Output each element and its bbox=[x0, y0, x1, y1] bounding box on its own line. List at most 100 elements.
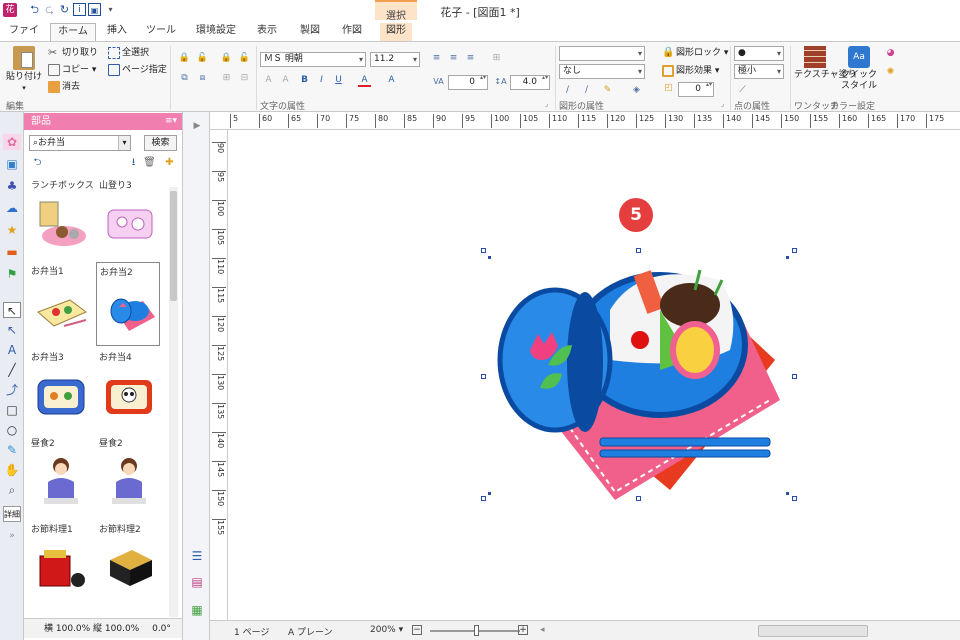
zoom-in-icon[interactable]: + bbox=[518, 625, 528, 635]
ungroup-icon[interactable]: ⊟ bbox=[238, 72, 251, 85]
arrange-front-icon[interactable]: ⧉ bbox=[178, 72, 191, 85]
underline-icon[interactable]: U bbox=[332, 74, 345, 87]
parts-search-input[interactable]: ⌕お弁当 ▾ bbox=[29, 135, 131, 151]
line-weight-icon[interactable]: ∕ bbox=[580, 84, 593, 97]
font-size-select[interactable]: 11.2 ▾ bbox=[370, 52, 420, 67]
node-select-icon[interactable]: ↖ bbox=[3, 322, 21, 338]
group-icon[interactable]: ⊞ bbox=[220, 72, 233, 85]
shapes-icon[interactable]: ♣ bbox=[3, 178, 21, 194]
dialog-launcher-icon[interactable]: ⌟ bbox=[716, 98, 729, 111]
text-frame-icon[interactable]: ⊞ bbox=[490, 52, 503, 65]
image-icon[interactable]: ▣ bbox=[3, 156, 21, 172]
group-unlock-icon[interactable]: 🔓 bbox=[196, 52, 209, 65]
zoom-out-icon[interactable]: − bbox=[412, 625, 422, 635]
line-color-icon[interactable]: ∕ bbox=[561, 84, 574, 97]
add-favorite-icon[interactable]: ✚ bbox=[162, 156, 177, 170]
parts-scrollbar[interactable] bbox=[169, 187, 178, 617]
zoom-tool-icon[interactable]: ⌕ bbox=[3, 482, 21, 498]
part-item-bento4[interactable]: お弁当4 bbox=[96, 348, 160, 432]
collapse-panel-icon[interactable]: ▶ bbox=[188, 118, 206, 134]
shrink-font-icon[interactable]: A bbox=[279, 74, 292, 87]
fill-style-select[interactable]: なし ▾ bbox=[559, 64, 645, 79]
expand-icon[interactable]: » bbox=[3, 528, 21, 544]
bento-illustration[interactable] bbox=[490, 250, 790, 500]
dialog-launcher-icon[interactable]: ⌟ bbox=[540, 98, 553, 111]
tab-view[interactable]: 表示 bbox=[252, 23, 282, 41]
paste-button[interactable]: 貼り付け ▾ bbox=[6, 46, 42, 92]
shape-lock-button[interactable]: 🔒 図形ロック ▾ bbox=[662, 46, 728, 60]
arrange-back-icon[interactable]: ⧈ bbox=[196, 72, 209, 85]
tab-environment[interactable]: 環境設定 bbox=[192, 23, 240, 41]
info-icon[interactable]: i bbox=[73, 3, 86, 16]
download-icon[interactable]: ⭳ bbox=[126, 156, 141, 170]
part-item-lunchbox[interactable]: ランチボックス bbox=[28, 176, 94, 260]
selection-handle[interactable] bbox=[792, 374, 797, 379]
fill-color-icon[interactable]: ◈ bbox=[630, 84, 643, 97]
zoom-select[interactable]: 200% ▾ bbox=[370, 625, 403, 635]
zoom-slider-knob[interactable] bbox=[474, 625, 479, 636]
star-parts-icon[interactable]: ✿ bbox=[3, 134, 21, 150]
part-item-bento2[interactable]: お弁当2 bbox=[96, 262, 160, 346]
template-icon[interactable]: ▬ bbox=[3, 244, 21, 260]
part-item-osechi2[interactable]: お節料理2 bbox=[96, 520, 160, 604]
tab-shape[interactable]: 図形 bbox=[380, 23, 412, 41]
line-spacing-input[interactable]: 4.0 bbox=[510, 74, 550, 90]
selection-handle[interactable] bbox=[481, 496, 486, 501]
unlock-icon[interactable]: 🔓 bbox=[238, 52, 251, 65]
bold-icon[interactable]: B bbox=[298, 74, 311, 87]
align-left-icon[interactable]: ≡ bbox=[430, 52, 443, 65]
hand-tool-icon[interactable]: ✋ bbox=[3, 462, 21, 478]
part-item-bento1[interactable]: お弁当1 bbox=[28, 262, 92, 346]
part-item-lunch2-b[interactable]: 昼食2 bbox=[96, 434, 160, 518]
selection-handle[interactable] bbox=[792, 248, 797, 253]
page-view-icon[interactable]: ▤ bbox=[188, 574, 206, 590]
quick-style-button[interactable]: Aa クイックスタイル bbox=[840, 46, 878, 92]
brightness-icon[interactable]: ✺ bbox=[884, 66, 897, 79]
part-item-hiking[interactable]: 山登り3 bbox=[96, 176, 160, 260]
corner-input[interactable]: 0 bbox=[678, 81, 714, 97]
tab-file[interactable]: ファイル bbox=[6, 23, 42, 52]
drawing-canvas[interactable]: 5 bbox=[228, 130, 960, 620]
page-select-button[interactable]: ページ指定 bbox=[108, 63, 167, 77]
part-item-osechi1[interactable]: お節料理1 bbox=[28, 520, 92, 604]
favorite-star-icon[interactable]: ★ bbox=[3, 222, 21, 238]
horizontal-scrollbar[interactable] bbox=[758, 625, 868, 637]
line-style-select[interactable]: ▾ bbox=[559, 46, 645, 61]
font-name-select[interactable]: ＭＳ 明朝 ▾ bbox=[260, 52, 366, 67]
select-tool-icon[interactable]: ↖ bbox=[3, 302, 21, 318]
panel-menu-icon[interactable]: ≡▾ bbox=[165, 113, 177, 130]
part-item-bento3[interactable]: お弁当3 bbox=[28, 348, 92, 432]
texture-fill-button[interactable]: テクスチャ塗り bbox=[794, 46, 857, 81]
detail-button[interactable]: 詳細 bbox=[3, 506, 21, 522]
lock-icon[interactable]: 🔒 bbox=[220, 52, 233, 65]
point-size-select[interactable]: 極小 ▾ bbox=[734, 64, 784, 79]
tab-drafting[interactable]: 製図 bbox=[295, 23, 325, 41]
tab-drawing[interactable]: 作図 bbox=[337, 23, 367, 41]
app-icon[interactable]: 花 bbox=[3, 3, 17, 17]
tab-insert[interactable]: 挿入 bbox=[103, 23, 131, 41]
cut-button[interactable]: ✂ 切り取り bbox=[48, 46, 98, 60]
grow-font-icon[interactable]: A bbox=[262, 74, 275, 87]
back-icon[interactable]: ⮌ bbox=[30, 156, 45, 170]
cloud-icon[interactable]: ☁ bbox=[3, 200, 21, 216]
delete-button[interactable]: 消去 bbox=[48, 80, 80, 94]
scroll-left-icon[interactable]: ◂ bbox=[540, 625, 545, 635]
redo-icon[interactable]: ⮎ bbox=[43, 3, 56, 16]
line-tool-icon[interactable]: ╱ bbox=[3, 362, 21, 378]
point-color-icon[interactable]: ⟋ bbox=[736, 84, 749, 97]
list-view-icon[interactable]: ☰ bbox=[188, 548, 206, 564]
search-button[interactable]: 検索 bbox=[144, 135, 177, 151]
pen-color-icon[interactable]: ✎ bbox=[601, 84, 614, 97]
trash-icon[interactable]: 🗑 bbox=[142, 156, 157, 170]
italic-icon[interactable]: I bbox=[315, 74, 328, 87]
preview-icon[interactable]: ▣ bbox=[88, 3, 101, 16]
label-tag-icon[interactable]: ⚑ bbox=[3, 266, 21, 282]
ellipse-tool-icon[interactable]: ○ bbox=[3, 422, 21, 438]
qat-menu-icon[interactable]: ▾ bbox=[104, 3, 117, 16]
part-item-lunch2-a[interactable]: 昼食2 bbox=[28, 434, 92, 518]
scrollbar-thumb[interactable] bbox=[170, 191, 177, 301]
grid-view-icon[interactable]: ▦ bbox=[188, 602, 206, 618]
group-lock-icon[interactable]: 🔒 bbox=[178, 52, 191, 65]
tab-home[interactable]: ホーム bbox=[50, 23, 96, 41]
repeat-icon[interactable]: ↻ bbox=[58, 3, 71, 16]
